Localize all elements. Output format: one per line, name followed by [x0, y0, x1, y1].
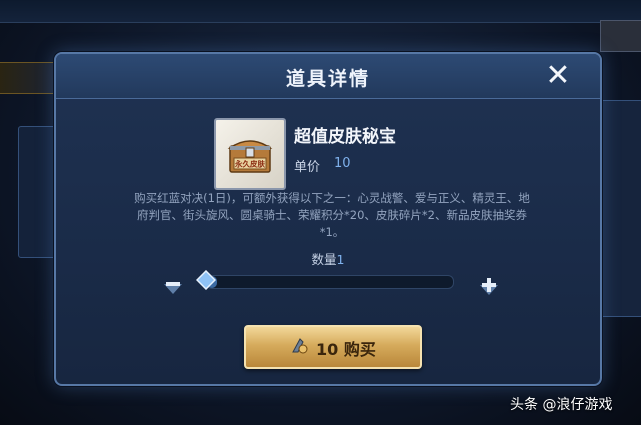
- background-top-right-panel: [600, 20, 641, 52]
- treasure-chest-icon: 永久皮肤: [227, 140, 273, 173]
- buy-button-label: 10 购买: [316, 340, 376, 359]
- decrease-quantity-button[interactable]: [162, 274, 184, 296]
- watermark: 头条 @浪仔游戏: [510, 397, 613, 413]
- dialog-title: 道具详情: [285, 68, 370, 90]
- quantity-slider-track[interactable]: [206, 275, 454, 289]
- dialog-header: 道具详情 ✕: [56, 54, 600, 99]
- coupon-icon: [292, 338, 308, 354]
- quantity-slider-thumb[interactable]: [196, 270, 216, 290]
- quantity-label: 数量: [311, 252, 337, 267]
- close-icon[interactable]: ✕: [542, 60, 574, 92]
- increase-quantity-button[interactable]: [478, 274, 500, 296]
- background-side-tab: [0, 62, 59, 94]
- item-detail-dialog: 道具详情 ✕ 永久皮肤 超值皮肤秘宝 单价 10 购买红蓝对决(1日)，可额外获…: [54, 52, 602, 386]
- price-label: 单价: [294, 160, 321, 175]
- item-icon-frame: 永久皮肤: [214, 118, 286, 190]
- item-description: 购买红蓝对决(1日)，可额外获得以下之一：心灵战警、爱与正义、精灵王、地府判官、…: [134, 191, 530, 239]
- quantity-row: 数量1: [56, 249, 600, 268]
- background-right-card: [596, 100, 641, 317]
- quantity-value: 1: [336, 252, 345, 267]
- price-value: 10: [334, 156, 351, 171]
- background-top-bar: [0, 0, 641, 23]
- chest-badge-text: 永久皮肤: [234, 159, 265, 169]
- item-name: 超值皮肤秘宝: [294, 127, 396, 147]
- buy-button[interactable]: 10 购买: [244, 325, 422, 369]
